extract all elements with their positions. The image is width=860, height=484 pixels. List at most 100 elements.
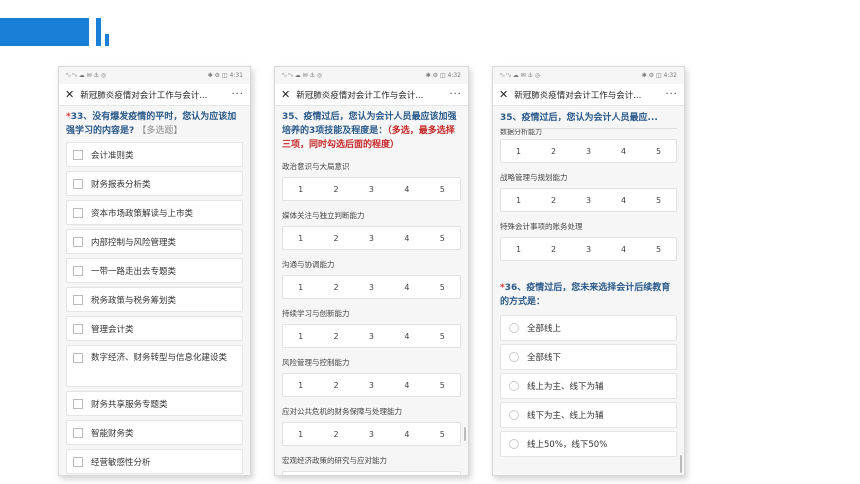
checkbox-option[interactable]: 管理会计类 <box>66 316 243 341</box>
rating-value[interactable]: 2 <box>551 196 556 205</box>
rating-value[interactable]: 4 <box>621 147 626 156</box>
checkbox-option[interactable]: 数字经济、财务转型与信息化建设类 <box>66 345 243 387</box>
rating-value[interactable]: 4 <box>621 245 626 254</box>
rating-value[interactable]: 1 <box>516 147 521 156</box>
rating-value[interactable]: 4 <box>404 430 409 439</box>
radio-option[interactable]: 线上50%，线下50% <box>500 431 677 457</box>
rating-value[interactable]: 5 <box>656 245 661 254</box>
question-35: 35、疫情过后，您认为会计人员最应该加强培养的3项技能及程度是：（多选，最多选择… <box>282 110 461 152</box>
question-text: 36、疫情过后，您未来选择会计后续教育的方式是： <box>500 283 671 307</box>
rating-value[interactable]: 3 <box>369 283 374 292</box>
checkbox-option[interactable]: 会计准则类 <box>66 142 243 167</box>
radio-icon <box>509 439 519 449</box>
more-icon[interactable]: ··· <box>449 89 462 100</box>
checkbox-option[interactable]: 一带一路走出去专题类 <box>66 258 243 283</box>
option-label: 会计准则类 <box>91 150 134 161</box>
signal-icons: ⁿᵢₗ ⁿᵢₗ ☁ ✉ ⚓ ◎ <box>282 72 323 79</box>
rating-value[interactable]: 4 <box>404 332 409 341</box>
rating-scale[interactable]: 1 2 3 4 5 <box>282 422 461 446</box>
rating-value[interactable]: 4 <box>404 234 409 243</box>
scrollbar[interactable] <box>680 455 682 473</box>
close-icon[interactable]: ✕ <box>65 89 74 100</box>
rating-value[interactable]: 1 <box>298 430 303 439</box>
checkbox-option[interactable]: 内部控制与风险管理类 <box>66 229 243 254</box>
rating-scale[interactable]: 1 2 3 4 5 <box>500 139 677 163</box>
rating-value[interactable]: 1 <box>298 332 303 341</box>
rating-scale[interactable]: 1 2 3 4 5 <box>500 237 677 261</box>
rating-value[interactable]: 5 <box>440 430 445 439</box>
rating-value[interactable]: 2 <box>334 185 339 194</box>
rating-value[interactable]: 2 <box>334 234 339 243</box>
checkbox-option[interactable]: 经营敏感性分析 <box>66 449 243 474</box>
rating-value[interactable]: 5 <box>440 332 445 341</box>
rating-value[interactable]: 2 <box>334 381 339 390</box>
status-bar: ⁿᵢₗ ⁿᵢₗ ☁ ✉ ⚓ ◎ ✱ ⚙ ◫ 4:32 <box>275 67 468 84</box>
checkbox-icon <box>73 456 83 467</box>
more-icon[interactable]: ··· <box>231 89 244 100</box>
checkbox-option[interactable]: 财务共享服务专题类 <box>66 391 243 416</box>
rating-value[interactable]: 4 <box>404 381 409 390</box>
rating-value[interactable]: 4 <box>404 283 409 292</box>
more-icon[interactable]: ··· <box>665 89 678 100</box>
rating-value[interactable]: 4 <box>404 185 409 194</box>
rating-value[interactable]: 1 <box>516 196 521 205</box>
rating-value[interactable]: 3 <box>369 430 374 439</box>
radio-option[interactable]: 全部线下 <box>500 344 677 370</box>
radio-option[interactable]: 线下为主、线上为辅 <box>500 402 677 428</box>
rating-value[interactable]: 2 <box>334 332 339 341</box>
rating-value[interactable]: 5 <box>656 196 661 205</box>
rating-value[interactable]: 2 <box>551 147 556 156</box>
rating-value[interactable]: 3 <box>586 147 591 156</box>
rating-value[interactable]: 5 <box>440 381 445 390</box>
rating-value[interactable]: 1 <box>298 283 303 292</box>
rating-scale[interactable]: 1 2 3 4 5 <box>282 373 461 397</box>
rating-value[interactable]: 5 <box>656 147 661 156</box>
radio-icon <box>509 352 519 362</box>
rating-scale[interactable]: 1 2 3 4 5 <box>282 324 461 348</box>
rating-scale[interactable]: 1 2 3 4 5 <box>282 226 461 250</box>
rating-value[interactable]: 4 <box>621 196 626 205</box>
rating-value[interactable]: 1 <box>298 381 303 390</box>
title-accent-tick <box>96 18 101 46</box>
rating-value[interactable]: 5 <box>440 234 445 243</box>
rating-value[interactable]: 1 <box>516 245 521 254</box>
nav-title: 新冠肺炎疫情对会计工作与会计... <box>80 90 208 101</box>
rating-value[interactable]: 3 <box>586 196 591 205</box>
rating-value[interactable]: 3 <box>369 185 374 194</box>
rating-value[interactable]: 3 <box>369 381 374 390</box>
option-label: 智能财务类 <box>91 428 134 439</box>
option-label: 资本市场政策解读与上市类 <box>91 208 194 219</box>
checkbox-option[interactable]: 资本市场政策解读与上市类 <box>66 200 243 225</box>
checkbox-icon <box>73 353 83 363</box>
rating-value[interactable]: 1 <box>298 234 303 243</box>
checkbox-option[interactable]: 智能财务类 <box>66 420 243 445</box>
rating-value[interactable]: 5 <box>440 283 445 292</box>
checkbox-option[interactable]: 财务报表分析类 <box>66 171 243 196</box>
radio-icon <box>509 323 519 333</box>
rating-label: 应对公共危机的财务保障与处理能力 <box>282 407 402 416</box>
close-icon[interactable]: ✕ <box>281 89 290 100</box>
rating-value[interactable]: 2 <box>551 245 556 254</box>
checkbox-icon <box>73 398 83 409</box>
radio-option[interactable]: 线上为主、线下为辅 <box>500 373 677 399</box>
rating-scale[interactable]: 12345 <box>282 471 461 475</box>
rating-value[interactable]: 2 <box>334 283 339 292</box>
option-label: 全部线下 <box>527 353 562 363</box>
rating-value[interactable]: 3 <box>369 332 374 341</box>
rating-value[interactable]: 2 <box>334 430 339 439</box>
close-icon[interactable]: ✕ <box>499 89 508 100</box>
question-33: *33、没有爆发疫情的平时，您认为应该加强学习的内容是? 【多选题】 <box>66 110 243 138</box>
radio-option[interactable]: 全部线上 <box>500 315 677 341</box>
rating-list: 政治意识与大局意识 1 2 3 4 5 媒体关注与独立判断能力 1 2 3 4 5 沟通与协调能力 1 2 3… <box>282 161 461 475</box>
rating-scale[interactable]: 1 2 3 4 5 <box>500 188 677 212</box>
title-accent-bar <box>0 18 89 46</box>
rating-value[interactable]: 1 <box>298 185 303 194</box>
rating-value[interactable]: 3 <box>369 234 374 243</box>
rating-value[interactable]: 5 <box>440 185 445 194</box>
rating-value[interactable]: 3 <box>586 245 591 254</box>
rating-label: 政治意识与大局意识 <box>282 162 350 171</box>
rating-scale[interactable]: 1 2 3 4 5 <box>282 177 461 201</box>
checkbox-option[interactable]: 税务政策与税务筹划类 <box>66 287 243 312</box>
scrollbar[interactable] <box>464 427 466 441</box>
rating-scale[interactable]: 1 2 3 4 5 <box>282 275 461 299</box>
